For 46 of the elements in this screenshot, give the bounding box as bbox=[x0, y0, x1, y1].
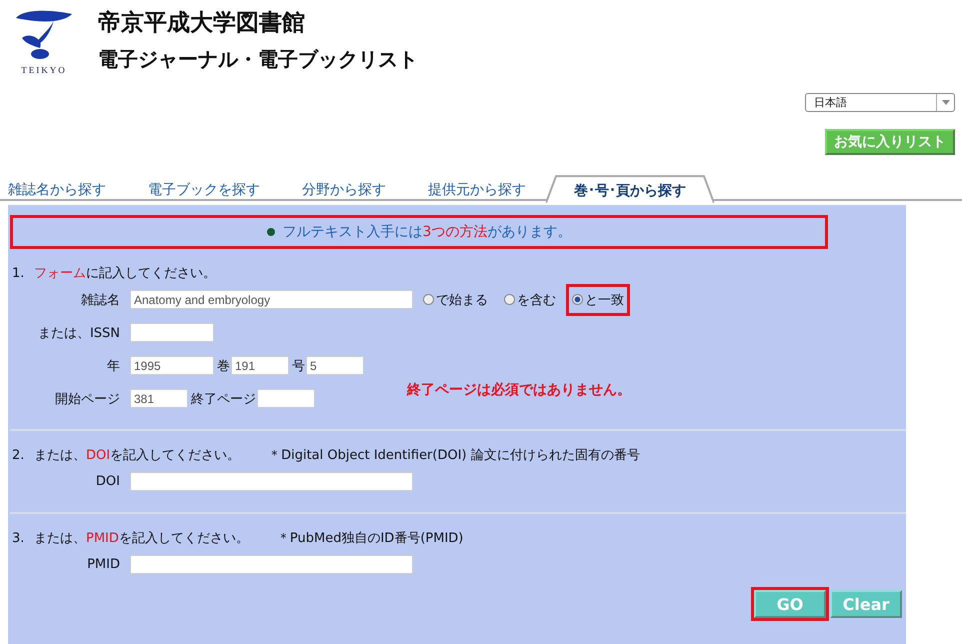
doi-field[interactable] bbox=[130, 472, 413, 491]
field-label: DOI bbox=[94, 474, 120, 489]
end-page-field[interactable] bbox=[257, 389, 315, 408]
field-label: 号 bbox=[292, 358, 305, 374]
journal-title-field[interactable]: Anatomy and embryology bbox=[130, 290, 413, 309]
match-option[interactable]: で始まる bbox=[417, 284, 494, 316]
field-label: 年 bbox=[106, 358, 120, 374]
field-label: 雑誌名 bbox=[80, 292, 120, 308]
section-instruction: または、DOIを記入してください。 bbox=[34, 447, 240, 464]
dropdown-arrow-icon bbox=[942, 100, 950, 105]
start-page-field[interactable]: 381 bbox=[130, 389, 188, 408]
radio-button[interactable] bbox=[572, 294, 583, 305]
section-hint: ＊PubMed独自のID番号(PMID) bbox=[276, 530, 464, 547]
match-option[interactable]: を含む bbox=[498, 284, 562, 316]
section-number: 2. bbox=[12, 448, 24, 462]
tab[interactable]: 電子ブックを探す bbox=[148, 175, 260, 201]
field-label: 巻 bbox=[217, 358, 230, 374]
year-field[interactable]: 1995 bbox=[130, 356, 214, 375]
match-option[interactable]: と一致 bbox=[566, 284, 630, 316]
radio-button[interactable] bbox=[423, 294, 434, 305]
library-title: 帝京平成大学図書館 bbox=[98, 9, 306, 38]
language-select[interactable]: 日本語 bbox=[805, 93, 955, 112]
radio-button[interactable] bbox=[504, 294, 515, 305]
field-label: PMID bbox=[86, 557, 120, 572]
volume-field[interactable]: 191 bbox=[231, 356, 289, 375]
section-number: 1. bbox=[12, 266, 24, 280]
issue-field[interactable]: 5 bbox=[306, 356, 364, 375]
tab[interactable]: 雑誌名から探す bbox=[8, 175, 106, 201]
notice-text: フルテキスト入手には3つの方法があります。 bbox=[282, 223, 572, 241]
bullet-icon bbox=[266, 228, 275, 236]
pmid-field[interactable] bbox=[130, 555, 413, 574]
list-subtitle: 電子ジャーナル・電子ブックリスト bbox=[98, 46, 418, 72]
tab[interactable]: 巻･号･頁から探す bbox=[546, 175, 714, 203]
end-page-note: 終了ページは必須ではありません。 bbox=[407, 380, 631, 398]
tab[interactable]: 分野から探す bbox=[302, 175, 386, 201]
section-number: 3. bbox=[12, 530, 24, 546]
section-hint: ＊Digital Object Identifier(DOI) 論文に付けられた固有の番号 bbox=[268, 447, 640, 464]
logo-icon bbox=[14, 8, 74, 60]
tab[interactable]: 提供元から探す bbox=[428, 175, 526, 201]
field-label: または、ISSN bbox=[36, 324, 120, 342]
section-instruction: または、PMIDを記入してください。 bbox=[34, 530, 249, 547]
field-label: 終了ページ bbox=[191, 390, 256, 408]
logo-text: TEIKYO bbox=[21, 65, 67, 75]
field-label: 開始ページ bbox=[54, 390, 120, 408]
section-instruction: フォームに記入してください。 bbox=[34, 265, 216, 282]
issn-field[interactable] bbox=[130, 323, 214, 342]
